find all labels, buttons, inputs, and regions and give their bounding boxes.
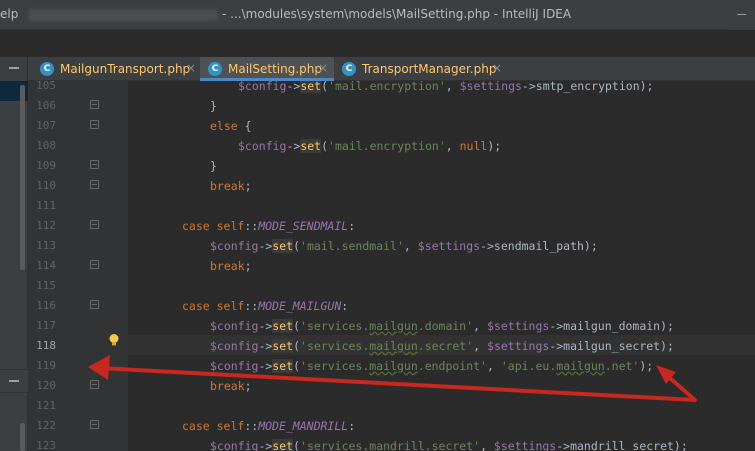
line-number: 122 <box>36 419 56 432</box>
tab-mail-setting[interactable]: C MailSetting.php × <box>200 57 334 81</box>
line-number: 112 <box>36 219 56 232</box>
title-bar: elp - ...\modules\system\models\MailSett… <box>0 0 755 30</box>
window-title: - ...\modules\system\models\MailSetting.… <box>222 7 572 21</box>
fold-marker-icon[interactable] <box>90 220 99 229</box>
line-number: 121 <box>36 399 56 412</box>
minus-icon[interactable] <box>9 67 19 69</box>
code-line-119: $config->set('services.mailgun.endpoint'… <box>210 359 654 373</box>
project-panel <box>0 81 28 451</box>
line-number: 113 <box>36 239 56 252</box>
code-line-109: } <box>210 159 217 173</box>
tab-label: MailSetting.php <box>228 62 322 76</box>
line-number: 117 <box>36 319 56 332</box>
line-number: 105 <box>36 79 56 92</box>
line-number: 120 <box>36 379 56 392</box>
line-number: 119 <box>36 359 56 372</box>
line-number: 107 <box>36 119 56 132</box>
close-tab-icon[interactable]: × <box>492 61 502 75</box>
code-line-106: } <box>210 99 217 113</box>
fold-marker-icon[interactable] <box>90 420 99 429</box>
fold-marker-icon[interactable] <box>90 160 99 169</box>
code-line-105: $config->set('mail.encryption', $setting… <box>238 81 654 93</box>
line-number: 116 <box>36 299 56 312</box>
code-line-120: break; <box>210 379 252 393</box>
fold-marker-icon[interactable] <box>90 380 99 389</box>
code-line-112: case self::MODE_SENDMAIL: <box>182 219 356 233</box>
minus-icon[interactable] <box>9 380 19 382</box>
class-c-icon: C <box>342 62 356 76</box>
line-number: 123 <box>36 439 56 451</box>
code-line-116: case self::MODE_MAILGUN: <box>182 299 349 313</box>
code-line-108: $config->set('mail.encryption', null); <box>238 139 502 153</box>
class-c-icon: C <box>208 62 222 76</box>
line-number: 111 <box>36 199 56 212</box>
editor-tab-strip: C MailgunTransport.php × C MailSetting.p… <box>0 57 755 81</box>
close-tab-icon[interactable]: × <box>186 61 196 75</box>
lightbulb-icon[interactable] <box>107 333 121 347</box>
tab-label: MailgunTransport.php <box>60 62 191 76</box>
line-number: 109 <box>36 159 56 172</box>
fold-marker-icon[interactable] <box>90 300 99 309</box>
tab-transport-manager[interactable]: C TransportManager.php × <box>334 57 508 81</box>
code-line-113: $config->set('mail.sendmail', $settings-… <box>210 239 598 253</box>
tab-label: TransportManager.php <box>362 62 497 76</box>
minimize-button[interactable] <box>727 0 755 30</box>
fold-marker-icon[interactable] <box>90 100 99 109</box>
code-line-117: $config->set('services.mailgun.domain', … <box>210 319 674 333</box>
project-scrollbar[interactable] <box>20 85 25 270</box>
code-line-107: else { <box>210 119 252 133</box>
fold-marker-icon[interactable] <box>90 120 99 129</box>
lower-panel-scrollbar[interactable] <box>20 423 25 451</box>
menu-help-partial[interactable]: elp <box>0 7 18 21</box>
close-tab-icon[interactable]: × <box>318 61 328 75</box>
class-c-icon: C <box>40 62 54 76</box>
tab-mailgun-transport[interactable]: C MailgunTransport.php × <box>32 57 200 81</box>
panel-divider <box>0 369 28 393</box>
code-editor[interactable]: $config->set('mail.encryption', $setting… <box>128 81 755 451</box>
line-number: 106 <box>36 99 56 112</box>
line-number: 110 <box>36 179 56 192</box>
code-line-110: break; <box>210 179 252 193</box>
fold-marker-icon[interactable] <box>90 180 99 189</box>
code-line-114: break; <box>210 259 252 273</box>
fold-marker-icon[interactable] <box>90 260 99 269</box>
code-line-118: $config->set('services.mailgun.secret', … <box>210 339 674 353</box>
editor-gutter: 105 106 107 108 109 110 111 112 113 114 … <box>28 79 128 451</box>
line-number: 108 <box>36 139 56 152</box>
blurred-project-name <box>28 9 218 21</box>
code-line-122: case self::MODE_MANDRILL: <box>182 419 356 433</box>
project-panel-header <box>0 57 28 81</box>
line-number: 114 <box>36 259 56 272</box>
code-line-123: $config->set('services.mandrill.secret',… <box>210 439 688 451</box>
line-number: 115 <box>36 279 56 292</box>
line-number-current: 118 <box>36 339 56 352</box>
